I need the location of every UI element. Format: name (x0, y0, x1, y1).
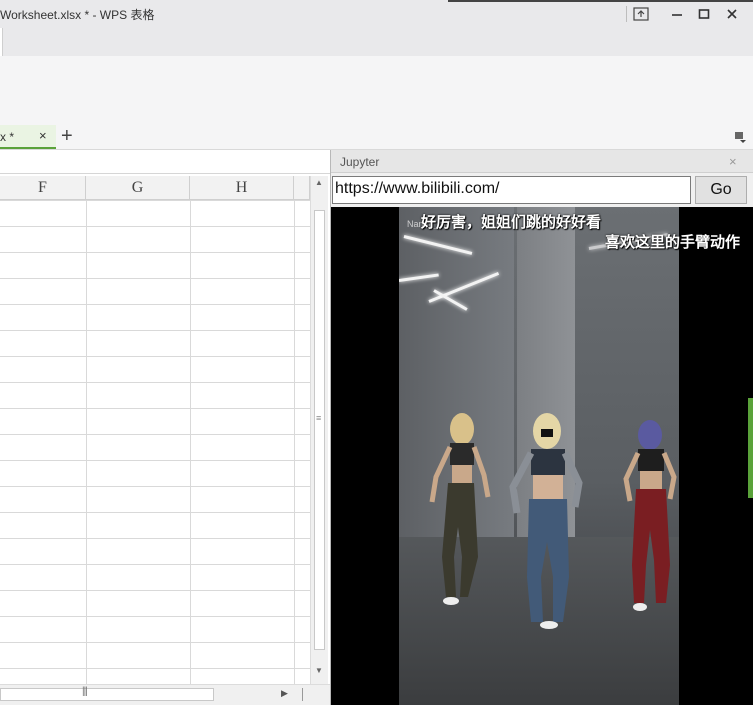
document-tab-label: x * (0, 130, 15, 144)
close-icon[interactable]: × (729, 154, 737, 169)
column-header-partial (294, 176, 310, 200)
dancer-figure (623, 420, 677, 611)
formula-bar[interactable] (0, 150, 330, 174)
danmaku-comment: 喜欢这里的手臂动作 (605, 233, 741, 251)
scroll-grip-icon: ≡ (316, 413, 321, 423)
jupyter-panel-title: Jupyter (340, 155, 380, 169)
ribbon-area (0, 56, 753, 124)
screen: Worksheet.xlsx * - WPS 表格 x * × + F G H (0, 0, 753, 705)
scroll-up-icon[interactable]: ▲ (315, 178, 323, 187)
horizontal-scrollbar[interactable]: ||| ▶ (0, 684, 330, 705)
scrollbar-separator (302, 688, 303, 701)
vertical-scrollbar[interactable]: ▲ ≡ ▼ (310, 176, 328, 684)
column-header-f[interactable]: F (0, 176, 86, 200)
window-title: Worksheet.xlsx * - WPS 表格 (0, 8, 155, 22)
maximize-icon[interactable] (695, 6, 713, 22)
menu-strip-selected-edge (0, 28, 3, 56)
dancer-figure (429, 413, 491, 605)
tab-close-icon[interactable]: × (39, 128, 47, 143)
title-separator (626, 6, 627, 22)
go-button[interactable]: Go (695, 176, 747, 204)
title-bar: Worksheet.xlsx * - WPS 表格 (0, 0, 753, 28)
column-header-g[interactable]: G (86, 176, 190, 200)
document-tab[interactable]: x * × (0, 125, 56, 149)
column-header-h[interactable]: H (190, 176, 294, 200)
close-window-icon[interactable] (723, 6, 741, 22)
scroll-right-icon[interactable]: ▶ (281, 688, 288, 699)
grid-line (86, 200, 87, 684)
video-player[interactable]: Nandu_bili 好厉害，姐姐们跳的好好看 喜欢这里的手臂动作 (331, 207, 753, 705)
title-bar-top-edge (448, 0, 753, 2)
dancer-figure (509, 413, 583, 629)
cell-grid[interactable] (0, 200, 310, 684)
jupyter-panel-header: Jupyter × (331, 150, 753, 173)
menu-strip (0, 28, 753, 56)
scroll-down-icon[interactable]: ▼ (315, 666, 323, 675)
horizontal-scroll-thumb[interactable] (0, 688, 214, 701)
side-panel-handle[interactable] (748, 398, 753, 498)
grid-line (294, 200, 295, 684)
restore-window-icon[interactable] (632, 6, 650, 22)
grid-line (190, 200, 191, 684)
minimize-icon[interactable] (668, 6, 686, 22)
danmaku-comment: 好厉害，姐姐们跳的好好看 (421, 213, 602, 231)
vertical-scroll-thumb[interactable] (314, 210, 325, 650)
document-tab-bar: x * × + (0, 124, 753, 150)
video-frame: Nandu_bili 好厉害，姐姐们跳的好好看 (399, 207, 679, 705)
scroll-grip-icon: ||| (82, 686, 88, 697)
url-input[interactable]: https://www.bilibili.com/ (332, 176, 691, 204)
tab-menu-icon[interactable] (735, 131, 747, 143)
new-tab-button[interactable]: + (61, 125, 73, 148)
jupyter-panel: Jupyter × https://www.bilibili.com/ Go N… (330, 150, 753, 705)
